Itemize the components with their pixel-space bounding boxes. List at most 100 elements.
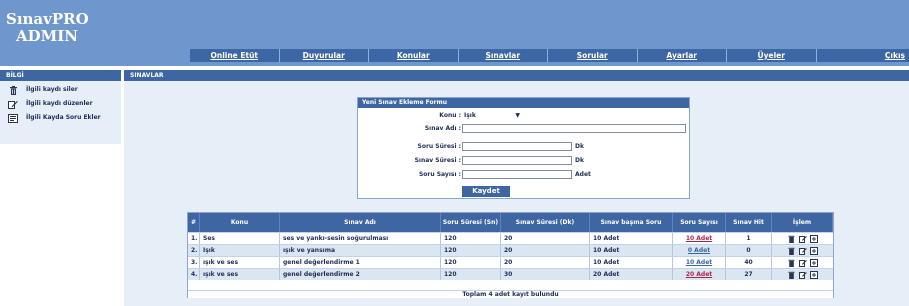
sinav-suresi-label: Sınav Süresi : — [414, 157, 461, 164]
konu-row: Konu : Işık ▼ — [358, 110, 689, 121]
nav-online-etut[interactable]: Online Etüt — [190, 49, 280, 62]
soru-suresi-label: Soru Süresi : — [417, 143, 462, 150]
edit-icon[interactable] — [798, 271, 807, 279]
soru-suresi-input[interactable] — [462, 142, 572, 151]
row-actions — [772, 257, 833, 268]
row-hit: 40 — [726, 257, 772, 268]
konu-label: Konu : — [439, 112, 461, 119]
sinav-suresi-unit: Dk — [575, 157, 584, 164]
row-sinav-adi: ses ve yankı-sesin soğurulması — [280, 233, 441, 244]
soru-sayisi-link[interactable]: 20 Adet — [686, 271, 712, 278]
app-title-line1: SınavPRO — [6, 10, 89, 28]
soru-sayisi-link[interactable]: 10 Adet — [686, 235, 712, 242]
record-count-text: Toplam 4 adet kayıt bulundu — [462, 291, 559, 298]
dropdown-arrow-icon: ▼ — [515, 112, 520, 119]
row-konu: ışık ve ses — [200, 269, 280, 280]
nav-sorular[interactable]: Sorular — [548, 49, 638, 62]
col-header: Sınav Süresi (Dk) — [501, 213, 590, 232]
row-actions — [772, 269, 833, 280]
col-header: Sınav Hit — [726, 213, 772, 232]
soru-sayisi-link[interactable]: 0 Adet — [688, 247, 710, 254]
row-konu: Ses — [200, 233, 280, 244]
row-actions — [772, 233, 833, 244]
row-hit: 27 — [726, 269, 772, 280]
table-row: 3. ışık ve ses genel değerlendirme 1 120… — [188, 256, 833, 268]
sinav-adi-input[interactable] — [462, 124, 686, 133]
sidebar-item-label: İlgili kaydı siler — [26, 86, 78, 93]
new-exam-form: Yeni Sınav Ekleme Formu Konu : Işık ▼ Sı… — [357, 97, 690, 199]
table-row: 1. Ses ses ve yankı-sesin soğurulması 12… — [188, 232, 833, 244]
row-soru-sayisi-cell: 10 Adet — [673, 257, 726, 268]
soru-suresi-unit: Dk — [575, 143, 584, 150]
trash-icon[interactable] — [788, 235, 796, 243]
row-number: 2. — [188, 245, 200, 256]
info-sidebar: BİLGİ İlgili kaydı siler İlgili kaydı dü… — [0, 70, 121, 144]
nav-uyeler[interactable]: Üyeler — [727, 49, 817, 62]
col-header: Soru Sayısı — [673, 213, 726, 232]
form-title: Yeni Sınav Ekleme Formu — [358, 98, 689, 108]
sidebar-item-label: İlgili kaydı düzenler — [26, 100, 93, 107]
nav-konular[interactable]: Konular — [369, 49, 459, 62]
app-logo: SınavPRO ADMIN — [6, 11, 156, 45]
edit-icon[interactable] — [798, 247, 807, 255]
konu-select[interactable]: Işık ▼ — [462, 111, 522, 120]
row-sinav-adi: genel değerlendirme 1 — [280, 257, 441, 268]
trash-icon[interactable] — [788, 247, 796, 255]
soru-suresi-row: Soru Süresi : Dk — [358, 141, 689, 152]
nav-duyurular[interactable]: Duyurular — [279, 49, 369, 62]
main-nav: Online Etüt Duyurular Konular Sınavlar S… — [190, 49, 909, 62]
row-soru-suresi: 120 — [441, 257, 501, 268]
soru-sayisi-unit: Adet — [575, 171, 591, 178]
nav-sinavlar[interactable]: Sınavlar — [458, 49, 548, 62]
soru-sayisi-input[interactable] — [462, 170, 572, 179]
row-konu: Işık — [200, 245, 280, 256]
row-hit: 0 — [726, 245, 772, 256]
row-number: 1. — [188, 233, 200, 244]
row-number: 4. — [188, 269, 200, 280]
soru-sayisi-label: Soru Sayısı : — [418, 171, 461, 178]
edit-icon[interactable] — [798, 235, 807, 243]
sinav-suresi-input[interactable] — [462, 156, 572, 165]
col-header: Soru Süresi (Sn) — [441, 213, 501, 232]
row-sinav-adi: genel değerlendirme 2 — [280, 269, 441, 280]
trash-icon[interactable] — [788, 271, 796, 279]
add-question-icon[interactable] — [809, 246, 818, 255]
row-soru-basina: 10 Adet — [590, 245, 673, 256]
sidebar-item-edit: İlgili kaydı düzenler — [0, 100, 121, 109]
row-sinav-adi: ışık ve yansıma — [280, 245, 441, 256]
row-number: 3. — [188, 257, 200, 268]
row-actions — [772, 245, 833, 256]
sidebar-item-label: İlgili Kayda Soru Ekler — [26, 114, 101, 121]
sidebar-title: BİLGİ — [0, 70, 121, 81]
col-header: # — [188, 213, 200, 232]
edit-icon — [8, 100, 18, 109]
header-bar: SınavPRO ADMIN Online Etüt Duyurular Kon… — [0, 0, 909, 66]
row-konu: ışık ve ses — [200, 257, 280, 268]
soru-sayisi-row: Soru Sayısı : Adet — [358, 169, 689, 180]
add-question-icon[interactable] — [809, 270, 818, 279]
sinav-suresi-row: Sınav Süresi : Dk — [358, 155, 689, 166]
col-header: Sınav başına Soru — [590, 213, 673, 232]
row-sinav-suresi: 20 — [501, 257, 590, 268]
add-question-icon[interactable] — [809, 234, 818, 243]
nav-ayarlar[interactable]: Ayarlar — [637, 49, 727, 62]
konu-selected-value: Işık — [464, 112, 476, 119]
trash-icon[interactable] — [788, 259, 796, 267]
col-header: Sınav Adı — [280, 213, 441, 232]
row-soru-sayisi-cell: 0 Adet — [673, 245, 726, 256]
row-sinav-suresi: 20 — [501, 245, 590, 256]
row-soru-suresi: 120 — [441, 245, 501, 256]
soru-sayisi-link[interactable]: 10 Adet — [686, 259, 712, 266]
add-question-icon[interactable] — [809, 258, 818, 267]
add-question-icon — [8, 114, 18, 123]
sidebar-item-add-question: İlgili Kayda Soru Ekler — [0, 114, 121, 123]
row-soru-basina: 10 Adet — [590, 257, 673, 268]
edit-icon[interactable] — [798, 259, 807, 267]
main-panel: SINAVLAR Yeni Sınav Ekleme Formu Konu : … — [124, 70, 909, 306]
page-title: SINAVLAR — [124, 70, 909, 81]
table-header: # Konu Sınav Adı Soru Süresi (Sn) Sınav … — [188, 213, 833, 232]
trash-icon — [8, 86, 18, 95]
col-header: İşlem — [772, 213, 833, 232]
nav-cikis[interactable]: Çıkış — [816, 49, 909, 62]
save-button[interactable]: Kaydet — [462, 186, 510, 197]
